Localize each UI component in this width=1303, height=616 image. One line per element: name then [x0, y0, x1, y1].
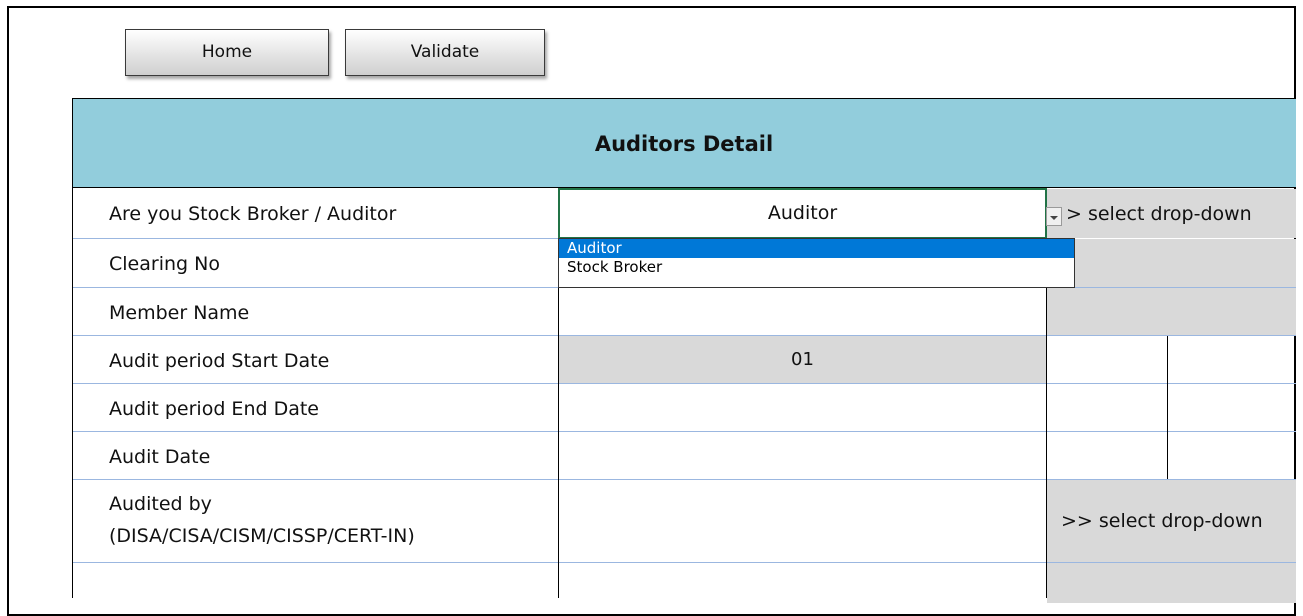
row-divider [72, 238, 559, 239]
label-audit-date: Audit Date [109, 446, 211, 468]
label-start-date: Audit period Start Date [109, 350, 330, 372]
label-audited-by: Audited by [109, 493, 212, 515]
gray-cell-member [1047, 288, 1296, 335]
home-button[interactable]: Home [125, 29, 329, 76]
select-hint-row1: > select drop-down [1066, 203, 1252, 225]
label-stock-broker-auditor: Are you Stock Broker / Auditor [109, 203, 397, 225]
validate-button[interactable]: Validate [345, 29, 545, 76]
dropdown-option-stock-broker[interactable]: Stock Broker [559, 258, 1074, 277]
start-date-value: 01 [791, 349, 814, 370]
label-audited-by-certs: (DISA/CISA/CISM/CISSP/CERT-IN) [109, 525, 415, 547]
row-divider [72, 383, 1296, 384]
row-divider [72, 431, 1296, 432]
row-divider [72, 562, 1296, 563]
label-member-name: Member Name [109, 302, 250, 324]
page-title: Auditors Detail [594, 132, 774, 156]
select-hint-audited: >> select drop-down [1061, 510, 1263, 532]
gray-cell-next [1047, 563, 1296, 603]
chevron-down-icon[interactable] [1046, 207, 1062, 226]
label-clearing-no: Clearing No [109, 253, 220, 275]
stock-broker-auditor-select[interactable]: Auditor [558, 188, 1047, 239]
row-divider [72, 479, 1296, 480]
dropdown-option-auditor[interactable]: Auditor [559, 239, 1074, 258]
table-left-border [72, 98, 73, 598]
column-divider [1167, 336, 1168, 479]
dropdown-list[interactable]: Auditor Stock Broker [558, 238, 1075, 288]
gray-cell-clearing [1047, 239, 1296, 287]
label-end-date: Audit period End Date [109, 398, 319, 420]
